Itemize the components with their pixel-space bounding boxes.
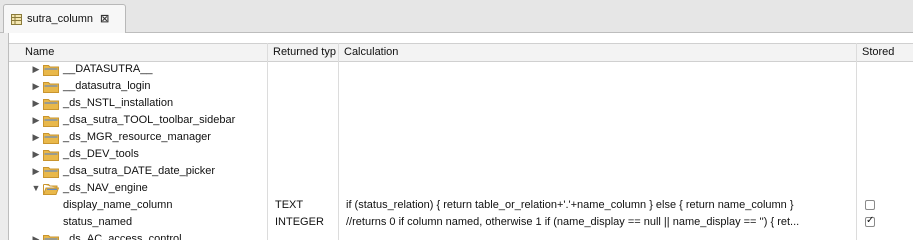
expand-arrow-icon[interactable]: ▶	[31, 61, 41, 78]
folder-icon	[43, 234, 59, 240]
editor-tab-bar: sutra_column ⊠	[0, 0, 913, 33]
expand-arrow-icon[interactable]: ▶	[31, 95, 41, 112]
returned-type-cell: INTEGER	[275, 216, 324, 228]
tree-folder-row[interactable]: ▶ _ds_NSTL_installation	[9, 95, 913, 112]
tree-folder-row[interactable]: ▶ _ds_MGR_resource_manager	[9, 129, 913, 146]
row-name: _ds_NSTL_installation	[63, 97, 174, 109]
folder-icon	[43, 64, 59, 76]
column-header-calculation[interactable]: Calculation	[338, 44, 858, 61]
name-cell: ▼ _ds_NAV_engine	[31, 180, 267, 197]
calculations-tree-table: Name Returned typ Calculation Stored ▶ __…	[8, 33, 913, 240]
folder-icon	[43, 115, 59, 127]
row-name: display_name_column	[63, 199, 173, 211]
name-cell: display_name_column	[31, 197, 267, 214]
expand-arrow-icon[interactable]: ▶	[31, 163, 41, 180]
tree-folder-row[interactable]: ▶ _ds_DEV_tools	[9, 146, 913, 163]
name-cell: ▶ _ds_MGR_resource_manager	[31, 129, 267, 146]
tree-folder-row[interactable]: ▶ __datasutra_login	[9, 78, 913, 95]
name-cell: ▶ __datasutra_login	[31, 78, 267, 95]
tree-folder-row[interactable]: ▼ _ds_NAV_engine	[9, 180, 913, 197]
table-header: Name Returned typ Calculation Stored	[9, 43, 913, 62]
name-cell: ▶ _dsa_sutra_TOOL_toolbar_sidebar	[31, 112, 267, 129]
tab-sutra-column[interactable]: sutra_column ⊠	[3, 4, 126, 33]
folder-open-icon	[43, 183, 59, 195]
column-header-name[interactable]: Name	[19, 44, 270, 61]
row-name: _ds_AC_access_control	[63, 233, 182, 240]
row-name: __datasutra_login	[63, 80, 151, 92]
row-name: __DATASUTRA__	[63, 63, 153, 75]
folder-icon	[43, 132, 59, 144]
folder-icon	[43, 149, 59, 161]
folder-icon	[43, 166, 59, 178]
tree-folder-row[interactable]: ▶ _dsa_sutra_DATE_date_picker	[9, 163, 913, 180]
returned-type-cell: TEXT	[275, 199, 304, 211]
tree-folder-row[interactable]: ▶ __DATASUTRA__	[9, 61, 913, 78]
folder-icon	[43, 81, 59, 93]
table-icon	[11, 13, 22, 25]
row-name: status_named	[63, 216, 133, 228]
row-name: _ds_NAV_engine	[63, 182, 148, 194]
row-name: _ds_DEV_tools	[63, 148, 139, 160]
tree-folder-row[interactable]: ▶ _ds_AC_access_control	[9, 231, 913, 240]
tab-label: sutra_column	[27, 13, 94, 25]
calculation-cell[interactable]: //returns 0 if column named, otherwise 1…	[346, 214, 851, 231]
row-name: _dsa_sutra_DATE_date_picker	[63, 165, 216, 177]
expand-arrow-icon[interactable]: ▶	[31, 129, 41, 146]
calculation-row[interactable]: status_named INTEGER //returns 0 if column…	[9, 214, 913, 231]
tree-folder-row[interactable]: ▶ _dsa_sutra_TOOL_toolbar_sidebar	[9, 112, 913, 129]
stored-checkbox[interactable]	[865, 215, 875, 227]
close-icon[interactable]: ⊠	[100, 13, 109, 25]
stored-checkbox[interactable]	[865, 200, 875, 210]
column-header-stored[interactable]: Stored	[856, 44, 913, 61]
row-name: _dsa_sutra_TOOL_toolbar_sidebar	[63, 114, 236, 126]
expand-arrow-icon[interactable]: ▶	[31, 78, 41, 95]
row-name: _ds_MGR_resource_manager	[63, 131, 211, 143]
name-cell: status_named	[31, 214, 267, 231]
name-cell: ▶ _ds_NSTL_installation	[31, 95, 267, 112]
name-cell: ▶ _dsa_sutra_DATE_date_picker	[31, 163, 267, 180]
name-cell: ▶ __DATASUTRA__	[31, 61, 267, 78]
collapse-arrow-icon[interactable]: ▼	[31, 180, 41, 197]
calculation-cell[interactable]: if (status_relation) { return table_or_r…	[346, 197, 851, 214]
calculation-row[interactable]: display_name_column TEXT if (status_relati…	[9, 197, 913, 214]
name-cell: ▶ _ds_AC_access_control	[31, 231, 267, 240]
expand-arrow-icon[interactable]: ▶	[31, 231, 41, 240]
name-cell: ▶ _ds_DEV_tools	[31, 146, 267, 163]
column-header-returned-type[interactable]: Returned typ	[267, 44, 340, 61]
folder-icon	[43, 98, 59, 110]
expand-arrow-icon[interactable]: ▶	[31, 112, 41, 129]
expand-arrow-icon[interactable]: ▶	[31, 146, 41, 163]
